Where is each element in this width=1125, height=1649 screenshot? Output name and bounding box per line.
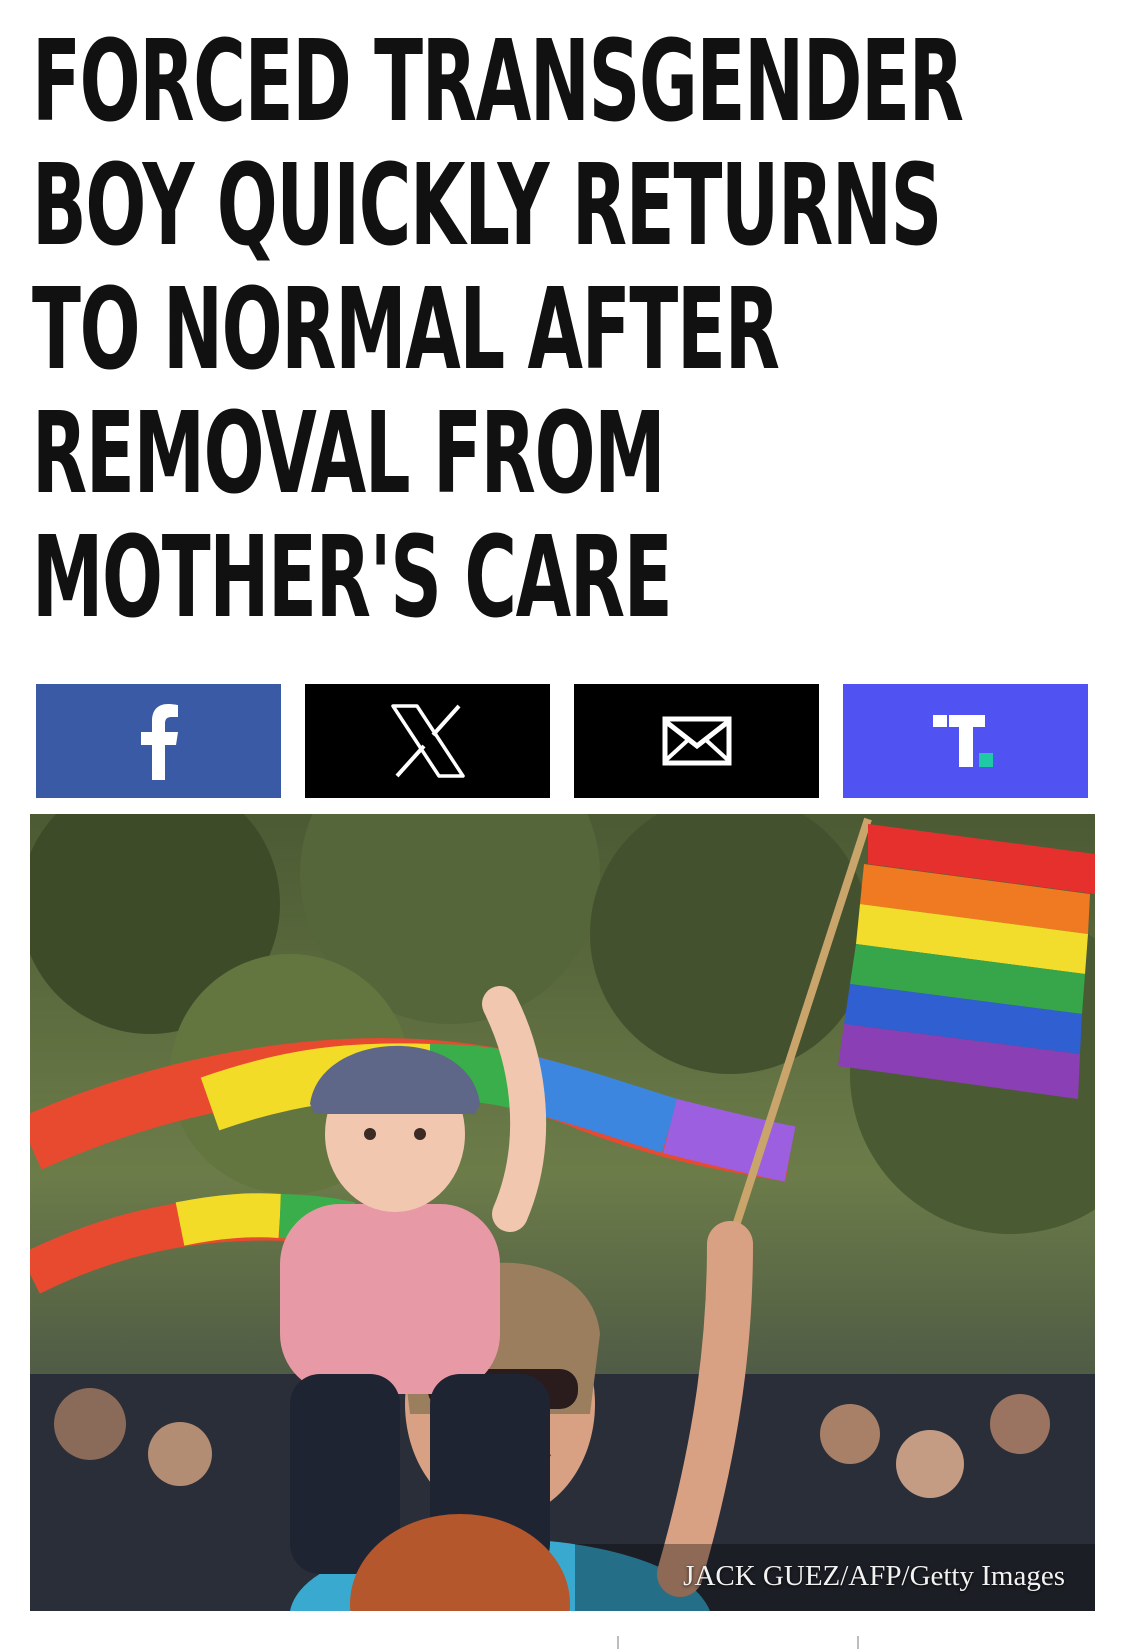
email-share-button[interactable] — [574, 684, 819, 798]
truth-social-share-button[interactable] — [843, 684, 1088, 798]
headline-line: FORCED TRANSGENDER — [32, 17, 964, 147]
headline-line: MOTHER'S CARE — [32, 513, 673, 643]
facebook-share-button[interactable] — [36, 684, 281, 798]
headline-line: BOY QUICKLY RETURNS — [32, 141, 942, 271]
headline-line: TO NORMAL AFTER — [32, 265, 780, 395]
facebook-icon — [140, 704, 178, 780]
x-share-button[interactable] — [305, 684, 550, 798]
article-photo: JACK GUEZ/AFP/Getty Images — [30, 814, 1095, 1611]
share-bar — [36, 684, 1088, 798]
email-icon — [662, 716, 731, 766]
x-icon — [390, 704, 465, 778]
photo-credit: JACK GUEZ/AFP/Getty Images — [683, 1560, 1065, 1592]
divider-tick — [617, 1636, 619, 1649]
divider-tick — [857, 1636, 859, 1649]
truth-social-icon — [932, 715, 993, 767]
article-headline: FORCED TRANSGENDER BOY QUICKLY RETURNS T… — [32, 20, 1092, 640]
headline-line: REMOVAL FROM — [32, 389, 666, 519]
